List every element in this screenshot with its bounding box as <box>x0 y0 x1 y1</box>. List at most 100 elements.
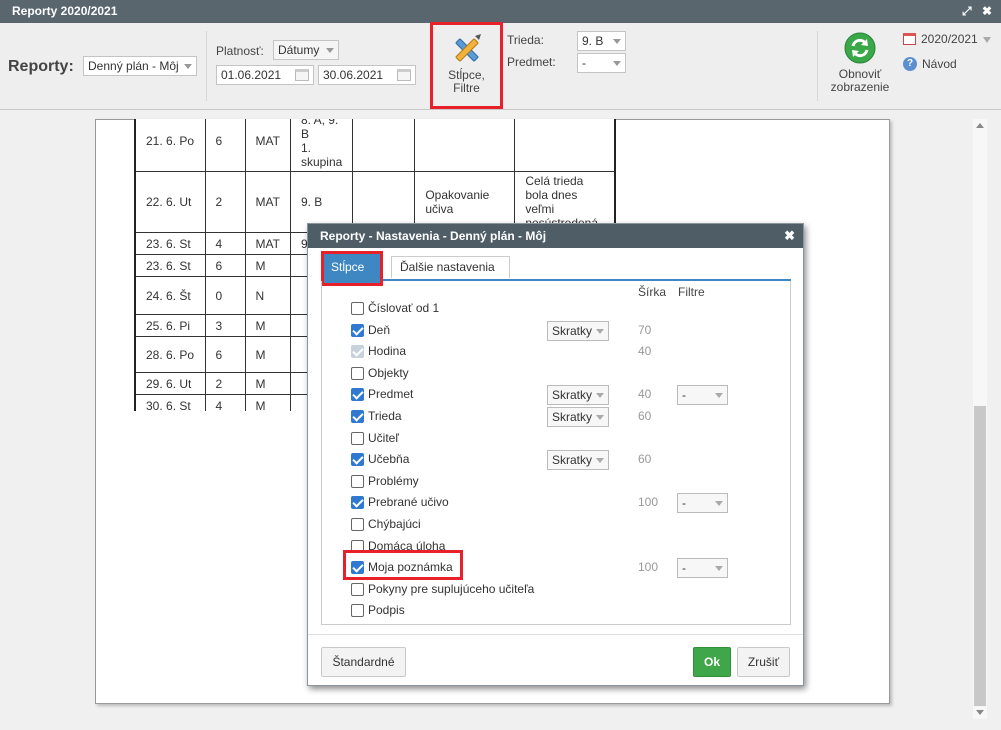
cancel-button[interactable]: Zrušiť <box>737 647 790 677</box>
scroll-down-icon[interactable] <box>976 710 984 715</box>
help-link[interactable]: ? Návod <box>903 56 973 72</box>
column-option-label: Učiteľ <box>368 431 399 445</box>
column-option-label: Trieda <box>368 409 402 423</box>
dialog-titlebar: Reporty - Nastavenia - Denný plán - Môj … <box>308 224 803 248</box>
maximize-icon[interactable]: ⤢ <box>962 0 972 23</box>
date-to-input[interactable]: 30.06.2021 <box>318 65 416 85</box>
format-select-value: Skratky <box>552 388 593 402</box>
chevron-down-icon <box>326 48 334 53</box>
column-width-value: 70 <box>638 323 652 337</box>
column-checkbox[interactable] <box>351 604 364 617</box>
format-select-value: Skratky <box>552 324 593 338</box>
column-width-value: 40 <box>638 387 652 401</box>
divider <box>206 31 207 101</box>
filter-select-value: - <box>682 561 686 575</box>
table-cell: 8. A, 9. B 1. skupina <box>289 119 354 172</box>
refresh-button[interactable]: Obnoviť zobrazenie <box>825 32 895 94</box>
reporty-label: Reporty: <box>8 58 74 75</box>
divider <box>308 634 803 635</box>
format-select-value: Skratky <box>552 453 593 467</box>
column-checkbox[interactable] <box>351 475 364 488</box>
table-cell: 2 <box>204 171 246 233</box>
filter-select[interactable]: - <box>677 558 728 578</box>
table-cell: 0 <box>204 276 246 315</box>
table-cell: 6 <box>204 336 246 373</box>
close-icon[interactable]: ✖ <box>784 224 795 248</box>
date-from-input[interactable]: 01.06.2021 <box>216 65 314 85</box>
format-select[interactable]: Skratky <box>547 321 609 341</box>
scrollbar[interactable] <box>973 119 987 719</box>
width-column-header: Šírka <box>638 285 667 299</box>
column-option-label: Chýbajúci <box>368 517 421 531</box>
column-checkbox[interactable] <box>351 388 364 401</box>
column-width-value: 100 <box>638 495 659 509</box>
chevron-down-icon <box>613 39 621 44</box>
divider <box>817 31 818 101</box>
standard-button[interactable]: Štandardné <box>321 647 406 677</box>
chevron-down-icon <box>715 501 723 506</box>
predmet-select[interactable]: - <box>577 53 626 73</box>
column-option-label: Predmet <box>368 387 414 401</box>
calendar-icon[interactable] <box>295 69 309 81</box>
format-select[interactable]: Skratky <box>547 450 609 470</box>
column-option-label: Číslovať od 1 <box>368 301 440 315</box>
columns-filters-button[interactable]: Stĺpce, Filtre <box>430 22 503 109</box>
table-cell: N <box>244 276 291 315</box>
table-row: 21. 6. Po 6 MAT 8. A, 9. B 1. skupina <box>134 119 616 172</box>
column-checkbox[interactable] <box>351 518 364 531</box>
table-cell: 25. 6. Pi <box>134 314 206 337</box>
column-option-label: Podpis <box>368 603 405 617</box>
column-option-label: Učebňa <box>368 452 410 466</box>
chevron-down-icon <box>596 415 604 420</box>
table-cell: 4 <box>204 232 246 255</box>
year-select[interactable]: 2020/2021 <box>903 32 993 48</box>
table-cell: M <box>244 336 291 373</box>
report-select[interactable]: Denný plán - Môj <box>83 56 197 76</box>
dialog-tabs: Stĺpce Ďalšie nastavenia <box>321 251 791 286</box>
column-checkbox[interactable] <box>351 453 364 466</box>
date-to-value: 30.06.2021 <box>323 68 384 82</box>
table-cell: 24. 6. Št <box>134 276 206 315</box>
table-cell <box>414 119 516 172</box>
format-select[interactable]: Skratky <box>547 385 609 405</box>
platnost-select-value: Dátumy <box>278 43 320 57</box>
close-icon[interactable]: ✖ <box>982 0 992 23</box>
column-checkbox[interactable] <box>351 367 364 380</box>
filter-select[interactable]: - <box>677 493 728 513</box>
window-titlebar: Reporty 2020/2021 ⤢ ✖ <box>0 0 1001 23</box>
table-cell: 29. 6. Ut <box>134 372 206 395</box>
column-checkbox[interactable] <box>351 583 364 596</box>
format-select[interactable]: Skratky <box>547 407 609 427</box>
column-width-value: 60 <box>638 409 652 423</box>
table-cell: 22. 6. Ut <box>134 171 206 233</box>
column-width-value: 60 <box>638 452 652 466</box>
scroll-thumb[interactable] <box>974 406 986 706</box>
column-checkbox[interactable] <box>351 496 364 509</box>
filter-select-value: - <box>682 388 686 402</box>
column-width-value: 100 <box>638 560 659 574</box>
trieda-select[interactable]: 9. B <box>577 31 626 51</box>
column-option-label: Problémy <box>368 474 419 488</box>
table-cell: 6 <box>204 119 246 172</box>
scroll-up-icon[interactable] <box>976 123 984 128</box>
column-checkbox[interactable] <box>351 432 364 445</box>
filters-column-header: Filtre <box>678 285 705 299</box>
table-cell: MAT <box>244 119 291 172</box>
column-checkbox[interactable] <box>351 410 364 423</box>
ok-button[interactable]: Ok <box>693 647 731 677</box>
tab-more-settings[interactable]: Ďalšie nastavenia <box>391 256 510 278</box>
platnost-select[interactable]: Dátumy <box>273 40 339 60</box>
settings-dialog: Reporty - Nastavenia - Denný plán - Môj … <box>307 223 804 686</box>
columns-filters-label-line2: Filtre <box>453 81 480 95</box>
calendar-icon[interactable] <box>397 69 411 81</box>
table-cell: 23. 6. St <box>134 254 206 277</box>
chevron-down-icon <box>596 458 604 463</box>
table-cell: 2 <box>204 372 246 395</box>
chevron-down-icon <box>715 566 723 571</box>
column-checkbox[interactable] <box>351 302 364 315</box>
column-checkbox[interactable] <box>351 324 364 337</box>
column-option-label: Prebrané učivo <box>368 495 449 509</box>
filter-select[interactable]: - <box>677 385 728 405</box>
calendar-icon <box>903 33 916 45</box>
table-cell: M <box>244 394 291 411</box>
